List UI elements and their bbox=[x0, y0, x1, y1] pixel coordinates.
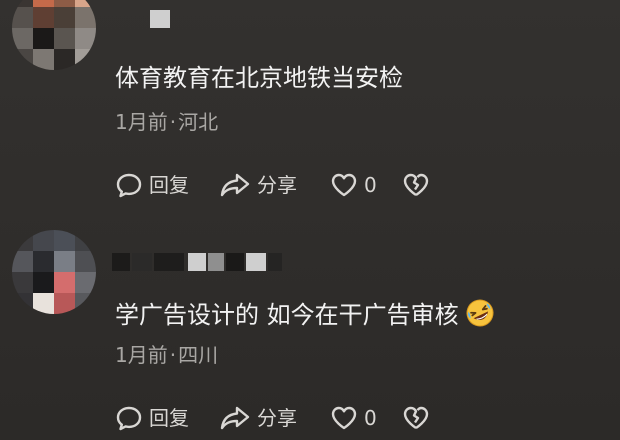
reply-label: 回复 bbox=[149, 406, 189, 430]
comment-meta: 1月前 · 四川 bbox=[115, 343, 218, 367]
share-label: 分享 bbox=[257, 406, 297, 430]
share-arrow-icon bbox=[220, 173, 250, 197]
avatar[interactable] bbox=[12, 230, 96, 314]
reply-label: 回复 bbox=[149, 173, 189, 197]
like-button[interactable]: 0 bbox=[330, 170, 377, 200]
comment-text-content: 学广告设计的 如今在干广告审核 bbox=[115, 301, 459, 329]
comment-text: 学广告设计的 如今在干广告审核 bbox=[115, 298, 495, 330]
speech-bubble-icon bbox=[116, 173, 142, 198]
avatar[interactable] bbox=[12, 0, 96, 70]
dislike-button[interactable] bbox=[402, 403, 430, 433]
comment-item: 体育教育在北京地铁当安检 1月前 · 河北 回复 分享 0 bbox=[0, 0, 620, 220]
comment-item: 学广告设计的 如今在干广告审核 1月前 · 四川 回复 分享 0 bbox=[0, 225, 620, 440]
like-button[interactable]: 0 bbox=[330, 403, 377, 433]
share-label: 分享 bbox=[257, 173, 297, 197]
heart-icon bbox=[331, 173, 357, 197]
heart-icon bbox=[331, 406, 357, 430]
meta-separator: · bbox=[169, 343, 177, 367]
like-count: 0 bbox=[364, 406, 377, 430]
share-button[interactable]: 分享 bbox=[219, 170, 297, 200]
meta-separator: · bbox=[169, 110, 177, 134]
broken-heart-icon bbox=[403, 173, 429, 197]
reply-button[interactable]: 回复 bbox=[115, 170, 189, 200]
comment-time: 1月前 bbox=[115, 110, 168, 134]
username-redacted[interactable] bbox=[150, 10, 172, 28]
comment-meta: 1月前 · 河北 bbox=[115, 110, 218, 134]
username-redacted[interactable] bbox=[112, 253, 282, 271]
share-arrow-icon bbox=[220, 406, 250, 430]
speech-bubble-icon bbox=[116, 406, 142, 431]
comment-actions: 回复 分享 0 bbox=[115, 403, 445, 433]
broken-heart-icon bbox=[403, 406, 429, 430]
dislike-button[interactable] bbox=[402, 170, 430, 200]
like-count: 0 bbox=[364, 173, 377, 197]
comment-location: 四川 bbox=[178, 343, 219, 367]
comment-location: 河北 bbox=[178, 110, 219, 134]
rolling-on-floor-laughing-emoji bbox=[466, 299, 494, 327]
comment-actions: 回复 分享 0 bbox=[115, 170, 445, 200]
comment-time: 1月前 bbox=[115, 343, 168, 367]
share-button[interactable]: 分享 bbox=[219, 403, 297, 433]
reply-button[interactable]: 回复 bbox=[115, 403, 189, 433]
comment-text: 体育教育在北京地铁当安检 bbox=[115, 64, 403, 92]
